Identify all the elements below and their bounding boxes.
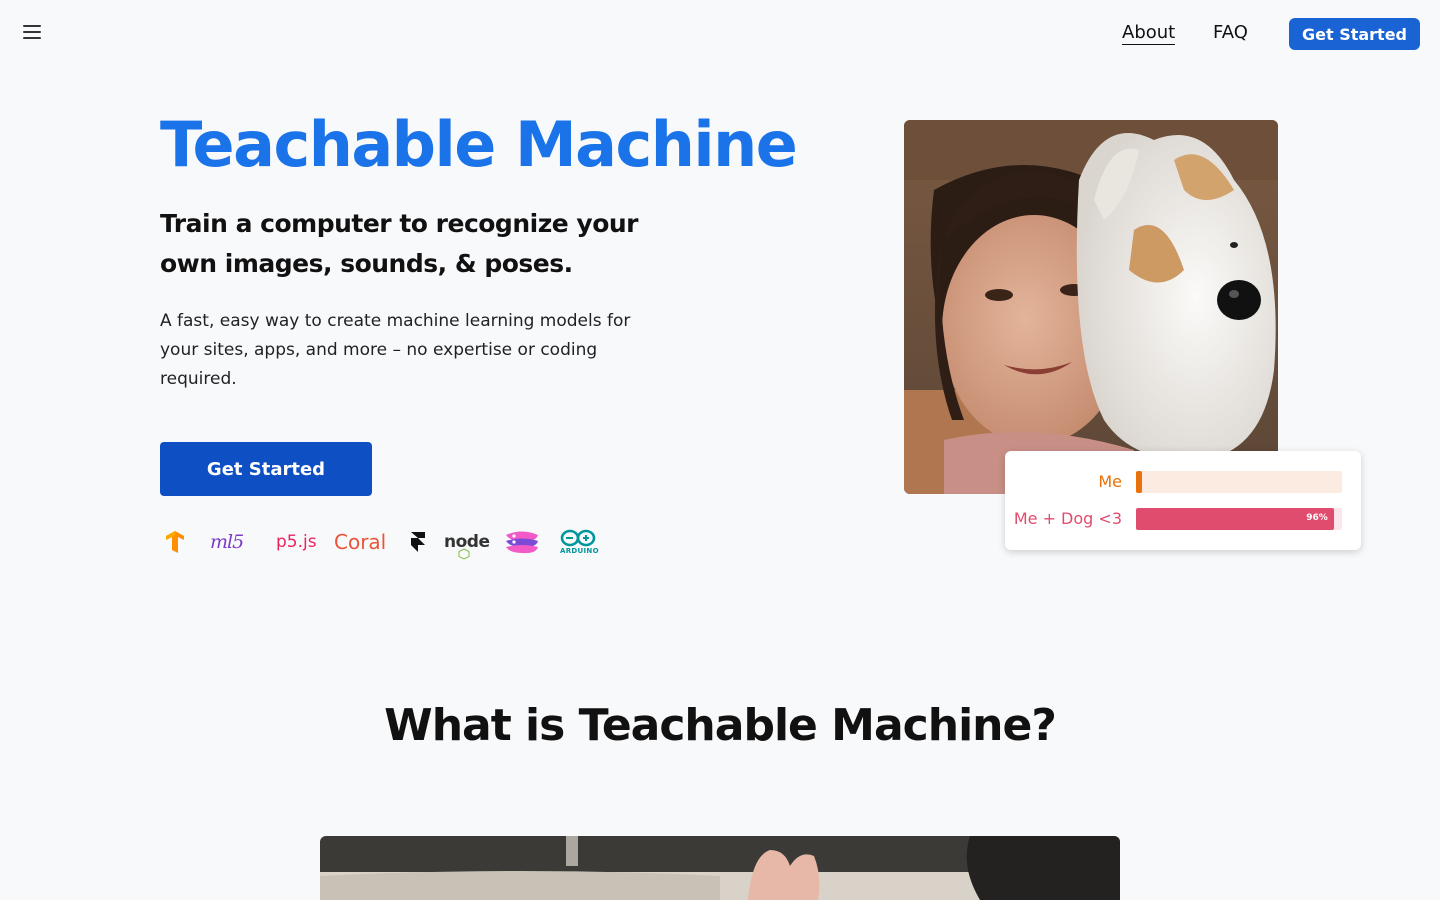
node-hex-icon xyxy=(458,548,470,560)
hero-description: A fast, easy way to create machine learn… xyxy=(160,311,631,389)
result-bar-fill: 96% xyxy=(1136,508,1334,530)
result-bar-track: 96% xyxy=(1136,508,1342,530)
result-bar-fill xyxy=(1136,471,1143,493)
p5js-logo[interactable]: p5.js xyxy=(276,524,317,560)
nav-get-started-button[interactable]: Get Started xyxy=(1289,18,1420,50)
prediction-results-card: Me Me + Dog <3 96% xyxy=(1005,451,1361,550)
intro-video-preview[interactable] xyxy=(320,836,1120,900)
tensorflow-logo-icon[interactable] xyxy=(164,524,186,560)
result-percent: 96% xyxy=(1306,513,1328,523)
hero-subtitle: Train a computer to recognize your own i… xyxy=(160,209,639,278)
coral-logo[interactable]: Coral xyxy=(334,524,386,560)
nodejs-logo[interactable]: node xyxy=(444,524,490,560)
nav-faq-link[interactable]: FAQ xyxy=(1213,22,1248,43)
glitch-logo-icon[interactable] xyxy=(503,524,541,560)
nav-about-link[interactable]: About xyxy=(1122,22,1176,45)
ml5-logo[interactable]: ml5 xyxy=(210,524,244,560)
get-started-button[interactable]: Get Started xyxy=(160,442,372,496)
page-title: Teachable Machine xyxy=(160,108,798,181)
result-bar-track xyxy=(1136,471,1342,493)
hamburger-menu-icon[interactable] xyxy=(22,24,42,40)
result-label: Me xyxy=(1098,472,1122,491)
woman-with-plush-dog-photo xyxy=(904,120,1278,494)
section-title: What is Teachable Machine? xyxy=(384,700,1057,751)
result-label: Me + Dog <3 xyxy=(1013,509,1122,528)
framer-logo-icon[interactable] xyxy=(410,524,426,560)
arduino-logo[interactable]: ARDUINO xyxy=(559,524,599,560)
